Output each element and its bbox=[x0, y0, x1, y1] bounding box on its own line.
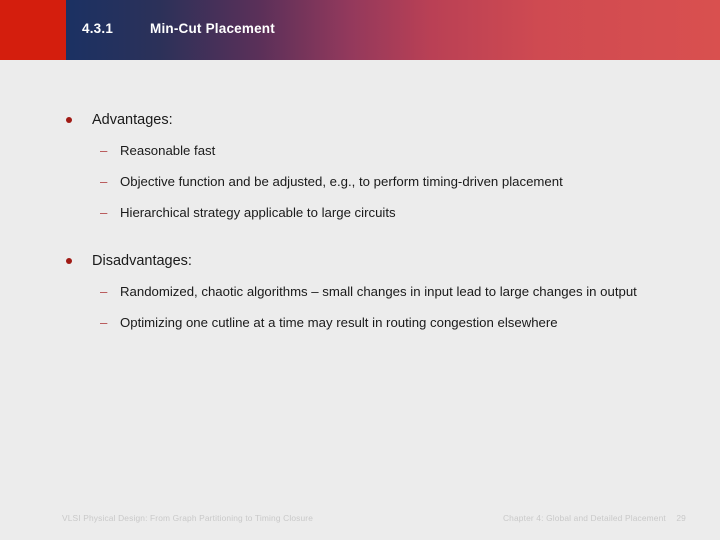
footer-right-group: Chapter 4: Global and Detailed Placement… bbox=[503, 513, 686, 523]
bullet-group-advantages: Advantages: – Reasonable fast – Objectiv… bbox=[0, 110, 720, 223]
header-text-container: 4.3.1 Min-Cut Placement bbox=[0, 0, 720, 60]
list-item-level1-label: Disadvantages: bbox=[92, 253, 192, 269]
list-item-level2-label: Optimizing one cutline at a time may res… bbox=[120, 315, 558, 330]
dash-bullet-icon: – bbox=[100, 315, 108, 330]
list-item-level2-label: Objective function and be adjusted, e.g.… bbox=[120, 174, 563, 189]
list-item-level2: – Randomized, chaotic algorithms – small… bbox=[0, 282, 720, 302]
bullet-dot-icon bbox=[66, 258, 72, 264]
footer-chapter-label: Chapter 4: Global and Detailed Placement bbox=[502, 513, 666, 523]
slide-body: Advantages: – Reasonable fast – Objectiv… bbox=[0, 60, 720, 480]
dash-bullet-icon: – bbox=[100, 174, 108, 189]
list-item-level2: – Objective function and be adjusted, e.… bbox=[0, 172, 720, 192]
footer-book-title: VLSI Physical Design: From Graph Partiti… bbox=[62, 513, 314, 523]
list-item-level2: – Optimizing one cutline at a time may r… bbox=[0, 313, 720, 333]
list-item-level2: – Reasonable fast bbox=[0, 141, 720, 161]
list-item-level2-label: Randomized, chaotic algorithms – small c… bbox=[120, 284, 637, 299]
list-item-level1: Advantages: bbox=[0, 110, 720, 130]
list-item-level2: – Hierarchical strategy applicable to la… bbox=[0, 203, 720, 223]
section-number: 4.3.1 bbox=[82, 21, 114, 36]
dash-bullet-icon: – bbox=[100, 205, 108, 220]
slide-footer: VLSI Physical Design: From Graph Partiti… bbox=[0, 505, 720, 535]
slide-header: 4.3.1 Min-Cut Placement bbox=[0, 0, 720, 60]
list-item-level1-label: Advantages: bbox=[92, 112, 173, 128]
dash-bullet-icon: – bbox=[100, 284, 108, 299]
bullet-group-disadvantages: Disadvantages: – Randomized, chaotic alg… bbox=[0, 251, 720, 333]
footer-page-number: 29 bbox=[676, 513, 686, 523]
content-block: Advantages: – Reasonable fast – Objectiv… bbox=[0, 60, 720, 333]
list-item-level2-label: Hierarchical strategy applicable to larg… bbox=[120, 205, 396, 220]
list-item-level2-label: Reasonable fast bbox=[120, 143, 216, 158]
page-title: Min-Cut Placement bbox=[150, 21, 275, 36]
dash-bullet-icon: – bbox=[100, 143, 108, 158]
list-item-level1: Disadvantages: bbox=[0, 251, 720, 271]
bullet-dot-icon bbox=[66, 117, 72, 123]
